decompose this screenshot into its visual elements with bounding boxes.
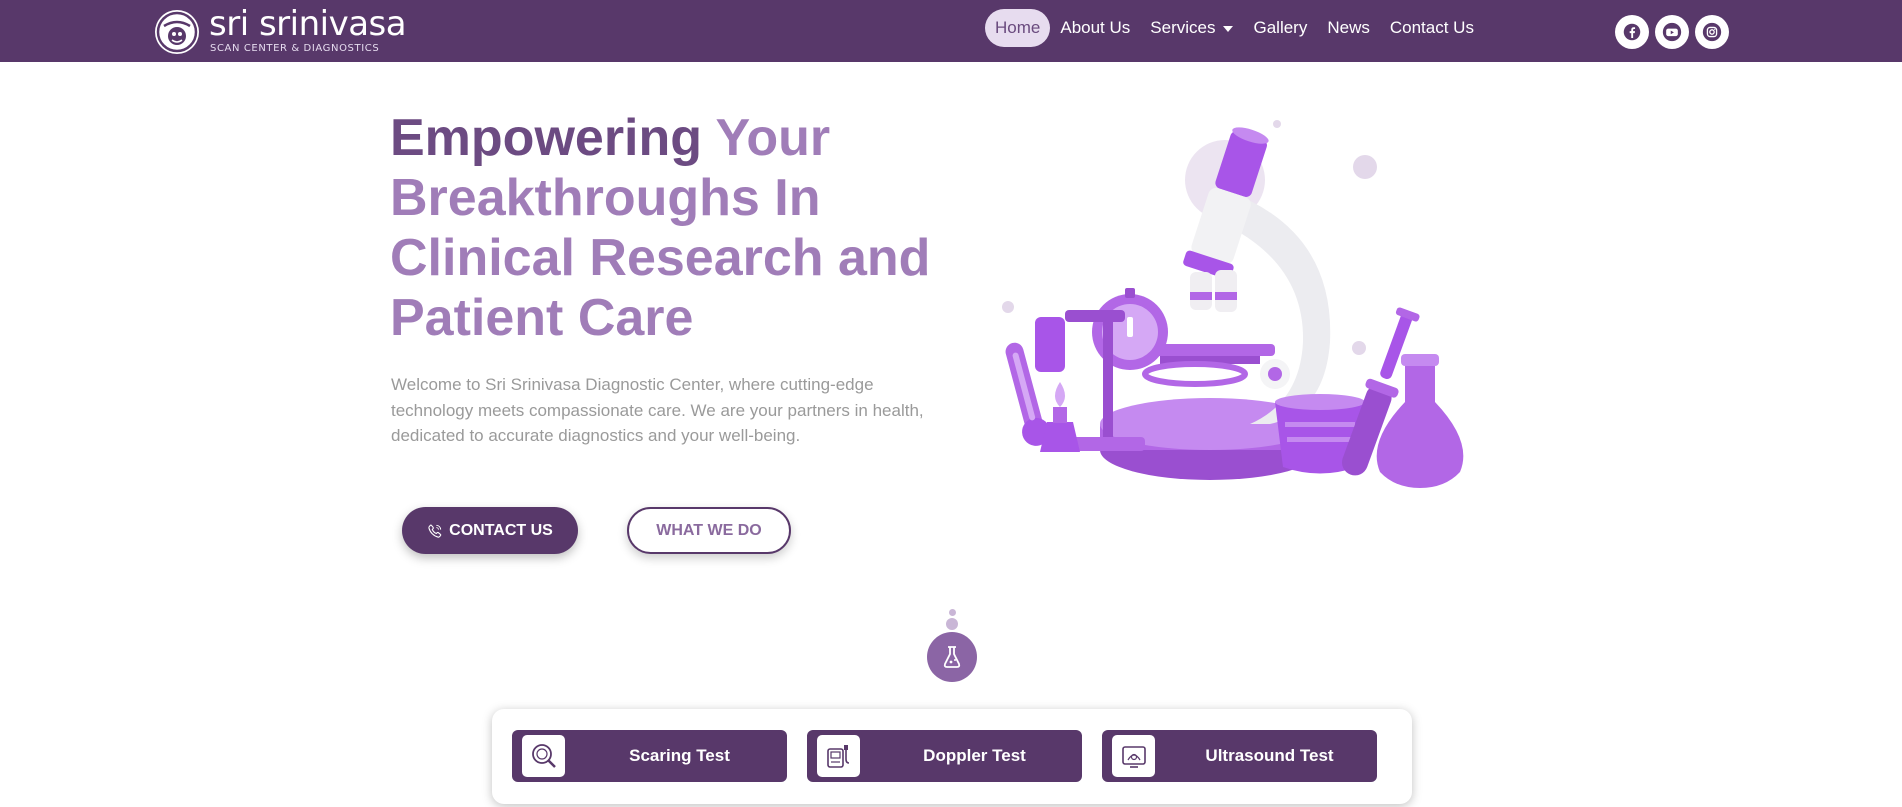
hero-title-highlight: Empowering — [390, 109, 703, 167]
lab-equipment-illustration — [985, 112, 1485, 492]
what-we-do-button[interactable]: WHAT WE DO — [627, 507, 791, 554]
doppler-machine-icon — [817, 735, 860, 777]
nav-item-label: News — [1327, 18, 1370, 37]
what-we-do-label: WHAT WE DO — [656, 521, 762, 539]
contact-us-label: CONTACT US — [449, 521, 553, 539]
facebook-icon[interactable] — [1615, 15, 1649, 49]
social-links — [1615, 15, 1735, 49]
decorative-dot — [949, 609, 956, 616]
service-card-ultrasound-test[interactable]: Ultrasound Test — [1102, 730, 1377, 782]
service-card-scaring-test[interactable]: Scaring Test — [512, 730, 787, 782]
nav-item-label: About Us — [1060, 18, 1131, 37]
service-card-doppler-test[interactable]: Doppler Test — [807, 730, 1082, 782]
service-label: Scaring Test — [629, 746, 730, 765]
nav-item-label: Contact Us — [1389, 18, 1474, 37]
nav-item-services[interactable]: Services — [1140, 9, 1243, 47]
youtube-icon[interactable] — [1655, 15, 1689, 49]
chevron-down-icon — [1223, 26, 1234, 32]
nav-item-label: Home — [995, 18, 1041, 37]
nav-item-label: Gallery — [1253, 18, 1308, 37]
flask-hand-icon — [927, 632, 977, 682]
hero-title: Empowering Your Breakthroughs In Clinica… — [390, 108, 970, 348]
ultrasound-monitor-icon — [1112, 735, 1155, 777]
nav-item-news[interactable]: News — [1317, 9, 1380, 47]
brand-tagline: SCAN CENTER & DIAGNOSTICS — [210, 43, 380, 54]
brand-name: sri srinivasa — [209, 4, 407, 44]
service-label: Ultrasound Test — [1205, 746, 1334, 765]
contact-us-button[interactable]: CONTACT US — [402, 507, 578, 554]
nav-item-home[interactable]: Home — [985, 9, 1051, 47]
nav-item-about-us[interactable]: About Us — [1050, 9, 1140, 47]
nav-item-contact-us[interactable]: Contact Us — [1380, 9, 1484, 47]
services-panel: Scaring Test Doppler Test Ultrasound Tes… — [492, 709, 1412, 804]
instagram-icon[interactable] — [1695, 15, 1729, 49]
logo-mark-icon — [155, 10, 199, 54]
hero-description: Welcome to Sri Srinivasa Diagnostic Cent… — [391, 375, 924, 445]
phone-icon — [427, 523, 443, 539]
magnifier-scan-icon — [522, 735, 565, 777]
nav-item-gallery[interactable]: Gallery — [1243, 9, 1317, 47]
brand-logo[interactable]: sri srinivasa SCAN CENTER & DIAGNOSTICS — [155, 4, 407, 58]
decorative-dot — [946, 618, 958, 630]
main-menu: Home About Us Services Gallery News Cont… — [985, 9, 1484, 47]
nav-item-label: Services — [1150, 18, 1216, 37]
service-label: Doppler Test — [923, 746, 1026, 765]
top-navbar: sri srinivasa SCAN CENTER & DIAGNOSTICS … — [0, 0, 1902, 62]
